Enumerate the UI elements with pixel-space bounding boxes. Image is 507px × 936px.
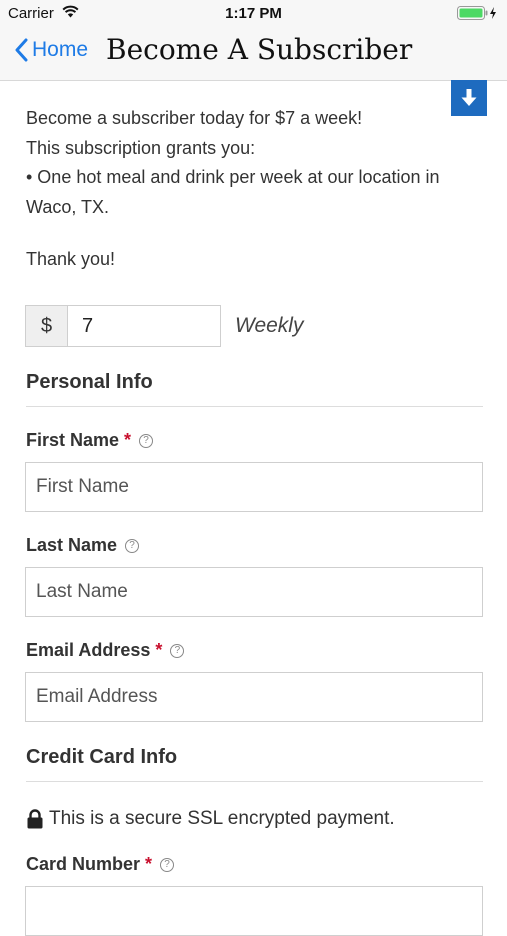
status-bar: Carrier 1:17 PM <box>0 0 507 28</box>
credit-card-heading: Credit Card Info <box>26 746 178 768</box>
back-button[interactable]: Home <box>14 38 88 62</box>
email-input[interactable] <box>25 672 483 722</box>
required-marker: * <box>155 640 163 660</box>
email-label-text: Email Address <box>26 640 151 660</box>
secure-payment-text: This is a secure SSL encrypted payment. <box>49 808 395 829</box>
last-name-input[interactable] <box>25 567 483 617</box>
page-title: Become A Subscriber <box>106 33 413 66</box>
divider <box>26 406 483 407</box>
question-circle-icon[interactable]: ? <box>170 643 185 658</box>
first-name-label: First Name * ? <box>26 430 154 451</box>
thanks-text: Thank you! <box>26 249 116 269</box>
lock-icon <box>27 809 43 829</box>
intro-text: Become a subscriber today for $7 a week!… <box>26 104 483 222</box>
chevron-left-icon <box>15 38 28 62</box>
question-circle-icon[interactable]: ? <box>160 857 175 872</box>
required-marker: * <box>124 430 132 450</box>
card-number-label-text: Card Number <box>26 854 141 874</box>
question-circle-icon[interactable]: ? <box>125 538 140 553</box>
intro-line: This subscription grants you: <box>26 137 256 158</box>
amount-field-group: $ Weekly <box>25 305 303 347</box>
back-label: Home <box>32 38 89 61</box>
intro-line: Waco, TX. <box>26 196 110 217</box>
secure-payment-note: This is a secure SSL encrypted payment. <box>26 808 395 830</box>
personal-info-heading: Personal Info <box>26 371 153 393</box>
divider <box>26 781 483 782</box>
intro-line: • One hot meal and drink per week at our… <box>26 167 440 187</box>
amount-period: Weekly <box>235 314 304 337</box>
clock-label: 1:17 PM <box>225 5 282 22</box>
navigation-bar: Home Become A Subscriber <box>0 28 507 81</box>
email-label: Email Address * ? <box>26 640 185 661</box>
first-name-input[interactable] <box>25 462 483 512</box>
card-number-label: Card Number * ? <box>26 854 175 875</box>
question-circle-icon[interactable]: ? <box>139 433 154 448</box>
amount-input[interactable] <box>68 305 221 347</box>
card-number-input[interactable] <box>25 886 483 936</box>
last-name-label: Last Name ? <box>26 535 140 556</box>
intro-line: Become a subscriber today for $7 a week! <box>26 108 363 128</box>
currency-prefix: $ <box>25 305 68 347</box>
required-marker: * <box>145 854 153 874</box>
battery-icon <box>457 6 499 25</box>
first-name-label-text: First Name <box>26 430 120 450</box>
last-name-label-text: Last Name <box>26 535 118 555</box>
